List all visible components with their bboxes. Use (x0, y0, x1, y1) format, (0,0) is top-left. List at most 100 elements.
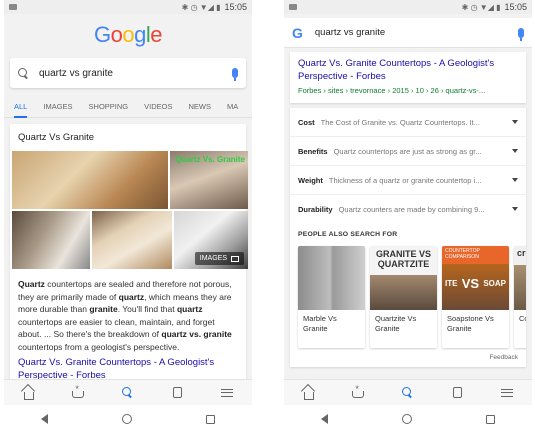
expand-row-durability[interactable]: Durability Quartz counters are made by c… (290, 194, 526, 223)
tab-news[interactable]: NEWS (188, 102, 211, 111)
related-thumbnail: cre (514, 246, 526, 310)
row-key: Durability (298, 204, 333, 214)
row-key: Cost (298, 117, 315, 127)
thumb-text: SOAP (483, 279, 506, 288)
gallery-image[interactable] (12, 151, 168, 209)
people-also-search-heading: PEOPLE ALSO SEARCH FOR (298, 231, 398, 238)
tab-more[interactable]: MA (227, 102, 238, 111)
expand-row-cost[interactable]: Cost The Cost of Granite vs. Quartz Coun… (290, 107, 526, 136)
snippet-bold: quartz vs. granite (161, 329, 232, 339)
gallery-image[interactable]: Quartz Vs. Granite (170, 151, 248, 209)
image-gallery[interactable]: Quartz Vs. Granite IMAGES (12, 151, 248, 271)
tab-images[interactable]: IMAGES (43, 102, 72, 111)
snippet-bold: granite (89, 304, 118, 314)
result-link[interactable]: Quartz Vs. Granite Countertops - A Geolo… (10, 353, 246, 382)
feedback-link[interactable]: Feedback (290, 350, 526, 367)
home-icon[interactable] (302, 387, 316, 400)
status-icons: ✱ ◷ ▼◢ ▮ (461, 2, 501, 12)
tab-shopping[interactable]: SHOPPING (89, 102, 129, 111)
thumb-text: VS (461, 276, 480, 291)
microphone-icon[interactable] (518, 27, 524, 41)
search-icon[interactable] (401, 386, 415, 399)
snippet-bold: quartz (118, 291, 145, 302)
back-icon[interactable] (321, 414, 328, 424)
row-value: Quartz countertops are just as strong as… (333, 146, 482, 156)
chevron-down-icon[interactable] (512, 120, 518, 124)
gallery-overlay-text: Quartz Vs. Granite (175, 155, 245, 164)
related-thumbnail: COUNTERTOP COMPARISON ITE VS SOAP (442, 246, 509, 310)
expand-row-benefits[interactable]: Benefits Quartz countertops are just as … (290, 136, 526, 165)
tab-videos[interactable]: VIDEOS (144, 102, 172, 111)
system-navbar (4, 405, 252, 433)
back-icon[interactable] (41, 414, 48, 424)
result-card: Quartz Vs. Granite Countertops - A Geolo… (290, 52, 526, 103)
search-query[interactable]: quartz vs granite (315, 27, 518, 38)
thumb-text: GRANITE VS (375, 249, 431, 259)
card-title: Quartz Vs Granite (18, 132, 95, 143)
related-label: Quartzite Vs Granite (375, 314, 417, 333)
home-button-icon[interactable] (402, 414, 412, 424)
gallery-image[interactable] (12, 211, 90, 269)
search-input[interactable]: quartz vs granite (10, 58, 246, 88)
search-query[interactable]: quartz vs granite (39, 68, 232, 79)
status-icons: ✱ ◷ ▼◢ ▮ (181, 2, 221, 12)
bottom-navigation (4, 379, 252, 405)
recents-icon[interactable] (486, 414, 495, 424)
updates-icon[interactable] (351, 384, 365, 399)
related-card[interactable]: cre Co Gra (514, 246, 526, 348)
related-label: Co Gra (519, 314, 526, 323)
row-value: The Cost of Granite vs. Quartz Counterto… (320, 117, 480, 127)
chevron-down-icon[interactable] (512, 178, 518, 182)
thumb-text: cre (517, 248, 526, 258)
notification-icon (289, 4, 297, 10)
logo-letter: g (134, 22, 146, 47)
updates-icon[interactable] (71, 384, 85, 399)
image-icon (231, 255, 239, 262)
bottom-navigation (284, 379, 532, 405)
result-link[interactable]: Quartz Vs. Granite Countertops - A Geolo… (290, 52, 526, 83)
snippet-bold: Quartz (18, 279, 45, 289)
search-icon[interactable] (121, 386, 135, 399)
search-icon[interactable] (18, 67, 29, 79)
recent-tabs-icon[interactable] (171, 386, 185, 399)
gallery-image[interactable] (92, 211, 172, 269)
phone-left: ✱ ◷ ▼◢ ▮ 15:05 Google quartz vs granite … (4, 0, 252, 433)
gallery-image[interactable]: IMAGES (174, 211, 248, 269)
tab-all[interactable]: ALL (14, 102, 28, 118)
images-chip[interactable]: IMAGES (194, 252, 244, 265)
microphone-icon[interactable] (232, 68, 238, 81)
google-g-icon[interactable]: G (292, 25, 303, 41)
status-bar: ✱ ◷ ▼◢ ▮ 15:05 (4, 0, 252, 14)
menu-icon[interactable] (500, 387, 514, 399)
search-input[interactable]: G quartz vs granite (284, 18, 532, 48)
home-button-icon[interactable] (122, 414, 132, 424)
related-label: Marble Vs Granite (303, 314, 337, 333)
recent-tabs-icon[interactable] (451, 386, 465, 399)
featured-snippet: Quartz countertops are sealed and theref… (10, 271, 246, 353)
related-card[interactable]: COUNTERTOP COMPARISON ITE VS SOAP Soapst… (442, 246, 509, 348)
logo-letter: o (110, 22, 123, 47)
related-card[interactable]: Marble Vs Granite (298, 246, 365, 348)
chevron-down-icon[interactable] (512, 149, 518, 153)
row-value: Thickness of a quartz or granite counter… (328, 175, 482, 185)
expand-row-weight[interactable]: Weight Thickness of a quartz or granite … (290, 165, 526, 194)
snippet-text: . You'll find that (117, 304, 177, 314)
related-carousel[interactable]: Marble Vs Granite GRANITE VS QUARTZITE Q… (290, 238, 526, 350)
status-bar: ✱ ◷ ▼◢ ▮ 15:05 (284, 0, 532, 14)
row-value: Quartz counters are made by combining 9.… (338, 204, 485, 214)
search-tabs: ALL IMAGES SHOPPING VIDEOS NEWS MA (4, 96, 252, 118)
related-thumbnail: GRANITE VS QUARTZITE (370, 246, 437, 310)
result-url: Forbes › sites › trevornace › 2015 › 10 … (298, 86, 486, 95)
status-time: 15:05 (504, 2, 527, 12)
recents-icon[interactable] (206, 414, 215, 424)
row-key: Benefits (298, 146, 328, 156)
menu-icon[interactable] (220, 387, 234, 399)
expandable-list: Cost The Cost of Granite vs. Quartz Coun… (290, 107, 526, 367)
chevron-down-icon[interactable] (512, 207, 518, 211)
thumb-text: QUARTZITE (377, 259, 430, 269)
phone-right: ✱ ◷ ▼◢ ▮ 15:05 G quartz vs granite Quart… (284, 0, 532, 433)
related-card[interactable]: GRANITE VS QUARTZITE Quartzite Vs Granit… (370, 246, 437, 348)
system-navbar (284, 405, 532, 433)
related-label: Soapstone Vs Granite (447, 314, 494, 333)
home-icon[interactable] (22, 387, 36, 400)
